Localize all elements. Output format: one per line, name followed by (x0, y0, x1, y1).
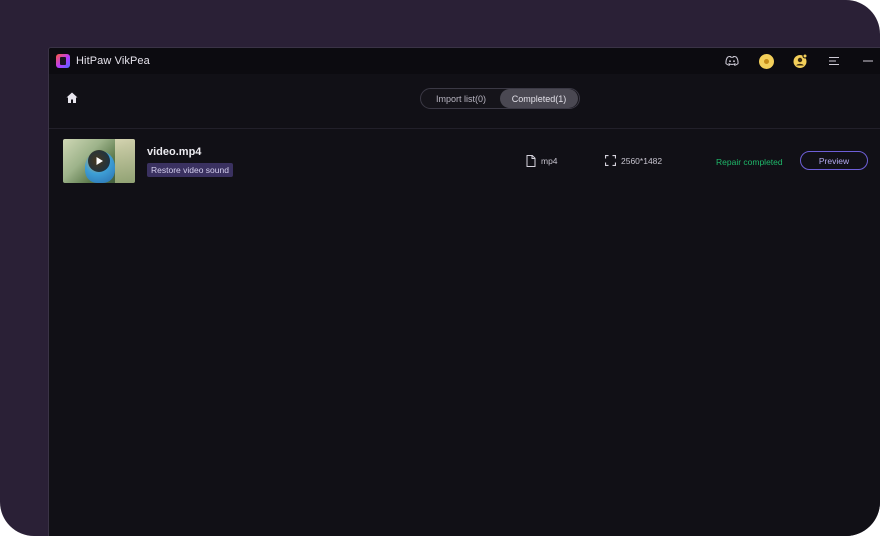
play-button[interactable] (88, 150, 110, 172)
file-format-label: mp4 (541, 156, 558, 166)
file-format: mp4 (526, 155, 558, 167)
app-title: HitPaw VikPea (76, 55, 150, 67)
app-window: HitPaw VikPea Import list(0) Completed(1… (48, 47, 880, 536)
file-name: video.mp4 (147, 146, 202, 158)
home-icon (66, 92, 78, 103)
file-icon (526, 155, 536, 167)
account-icon (793, 53, 808, 68)
list-item: video.mp4 Restore video sound mp4 2560*1… (49, 129, 880, 195)
minimize-icon (863, 60, 873, 62)
discord-icon (725, 55, 739, 66)
header: Import list(0) Completed(1) (49, 74, 880, 129)
resolution-label: 2560*1482 (621, 155, 663, 166)
coin-button[interactable] (749, 48, 783, 74)
resolution: 2560*1482 (605, 155, 662, 166)
device-frame: HitPaw VikPea Import list(0) Completed(1… (0, 0, 880, 536)
play-icon (96, 157, 103, 165)
menu-button[interactable] (817, 48, 851, 74)
title-actions (715, 48, 880, 74)
repair-mode-badge: Restore video sound (147, 163, 233, 177)
status-label: Repair completed (716, 157, 783, 167)
video-thumbnail[interactable] (63, 139, 135, 183)
preview-button[interactable]: Preview (800, 151, 868, 170)
menu-icon (829, 57, 839, 65)
resolution-icon (605, 155, 616, 166)
minimize-button[interactable] (851, 48, 880, 74)
home-button[interactable] (65, 91, 81, 107)
app-logo-icon (56, 54, 70, 68)
tab-switcher: Import list(0) Completed(1) (420, 88, 580, 109)
tab-import-list[interactable]: Import list(0) (422, 89, 500, 108)
discord-button[interactable] (715, 48, 749, 74)
title-bar: HitPaw VikPea (49, 48, 880, 74)
tab-completed[interactable]: Completed(1) (500, 89, 578, 108)
coin-icon (758, 53, 774, 69)
account-button[interactable] (783, 48, 817, 74)
